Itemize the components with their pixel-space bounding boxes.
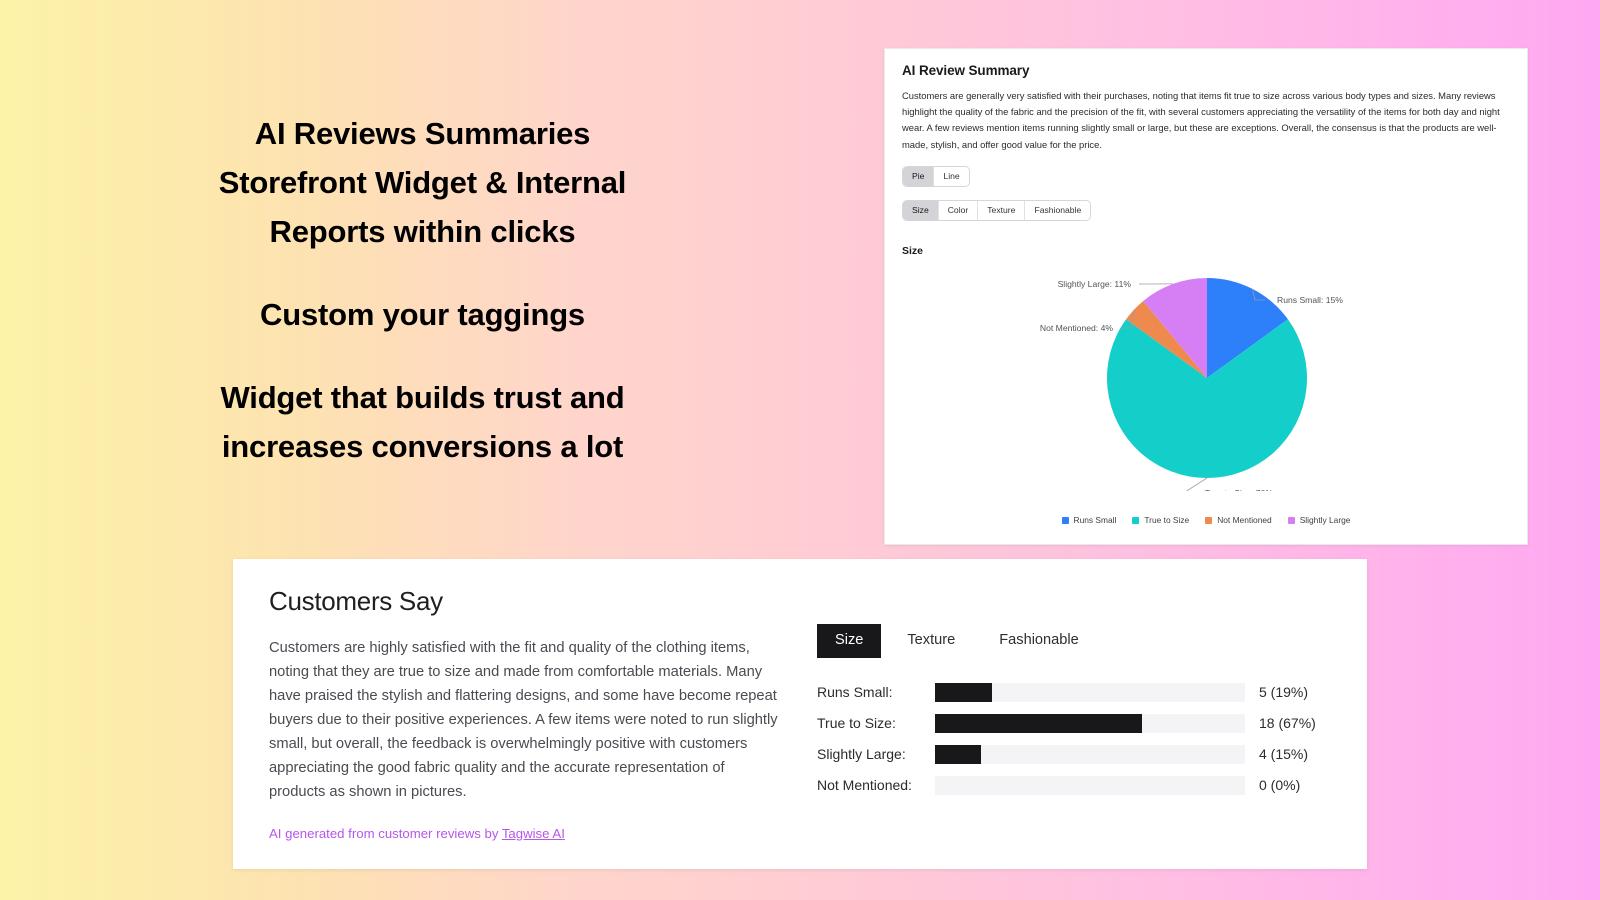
customers-say-card: Customers Say Customers are highly satis…: [233, 559, 1367, 869]
pie-chart-svg: Runs Small: 15% True to Size: 70% Not Ment…: [1040, 278, 1343, 492]
legend-swatch-icon: [1287, 516, 1295, 524]
widget-tab-fashionable[interactable]: Fashionable: [981, 624, 1097, 658]
ai-credit-prefix: AI generated from customer reviews by: [269, 825, 502, 841]
chart-type-segmented-control[interactable]: Pie Line: [902, 165, 970, 187]
widget-tab-size[interactable]: Size: [817, 624, 882, 658]
legend-label: Not Mentioned: [1217, 515, 1272, 526]
bar-label: Slightly Large:: [817, 746, 906, 762]
bar-value: 18 (67%): [1259, 715, 1316, 731]
pie-chart-heading: Size: [902, 245, 924, 258]
attribute-segmented-control[interactable]: Size Color Texture Fashionable: [902, 199, 1092, 222]
legend-item-not-mentioned[interactable]: Not Mentioned: [1205, 515, 1272, 526]
customers-say-chart-column: Size Texture Fashionable Runs Small: 5 (…: [817, 586, 1331, 842]
bar-track: [935, 682, 1245, 702]
bar-row: Slightly Large: 4 (15%): [817, 744, 1331, 764]
pie-chart-legend: Runs Small True to Size Not Mentioned Sl…: [902, 515, 1510, 525]
bar-value: 0 (0%): [1259, 777, 1301, 793]
attribute-tab-size[interactable]: Size: [903, 200, 939, 221]
legend-label: True to Size: [1144, 515, 1190, 526]
attribute-tab-bar: Size Texture Fashionable: [817, 624, 1331, 658]
customers-say-body: Customers are highly satisfied with the …: [269, 640, 778, 800]
customers-say-text-column: Customers Say Customers are highly satis…: [269, 586, 781, 842]
pie-slice-label: Slightly Large: 11%: [1058, 279, 1132, 289]
widget-tab-texture[interactable]: Texture: [889, 624, 973, 658]
hero-subheadline-taggings: Custom your taggings: [260, 296, 585, 332]
bar-fill: [935, 713, 1142, 733]
pie-chart-area: Runs Small: 15% True to Size: 70% Not Ment…: [902, 261, 1510, 529]
bar-value: 4 (15%): [1259, 746, 1309, 762]
tagwise-ai-link[interactable]: Tagwise AI: [502, 826, 565, 841]
bar-track: [935, 713, 1245, 733]
bar-label: Not Mentioned:: [817, 777, 912, 793]
pie-slice-label: Not Mentioned: 4%: [1040, 323, 1113, 333]
attribute-tab-fashionable[interactable]: Fashionable: [1025, 200, 1091, 221]
hero-spacer-1: [150, 257, 695, 291]
bar-value: 5 (19%): [1259, 684, 1309, 700]
hero-headline-line-1: AI Reviews Summaries: [254, 116, 591, 151]
hero-headline-line-2: Storefront Widget & Internal: [218, 164, 627, 200]
bar-row: Runs Small: 5 (19%): [817, 682, 1331, 702]
bar-row: Not Mentioned: 0 (0%): [817, 775, 1331, 795]
hero-subheadline-trust-line-1: Widget that builds trust and: [220, 379, 625, 415]
legend-swatch-icon: [1061, 516, 1069, 524]
chart-type-tab-line[interactable]: Line: [934, 166, 969, 186]
hero-copy: AI Reviews Summaries Storefront Widget &…: [150, 110, 695, 472]
legend-item-slightly-large[interactable]: Slightly Large: [1287, 515, 1351, 526]
customers-say-title: Customers Say: [269, 586, 443, 616]
legend-item-true-to-size[interactable]: True to Size: [1132, 515, 1189, 525]
legend-label: Runs Small: [1073, 515, 1117, 526]
attribute-toggle-row: Size Color Texture Fashionable: [902, 199, 1510, 222]
legend-label: Slightly Large: [1299, 515, 1351, 526]
pie-leader-line: [1185, 477, 1208, 492]
hero-spacer-2: [150, 340, 695, 374]
bar-label: True to Size:: [817, 715, 896, 731]
attribute-tab-color[interactable]: Color: [938, 200, 979, 221]
legend-swatch-icon: [1132, 516, 1140, 524]
bar-row: True to Size: 18 (67%): [817, 713, 1331, 733]
ai-credit-line: AI generated from customer reviews by Ta…: [269, 826, 781, 841]
hero-headline-line-3: Reports within clicks: [269, 213, 576, 249]
bar-fill: [935, 744, 981, 764]
chart-type-tab-pie[interactable]: Pie: [903, 166, 935, 186]
bar-track: [935, 775, 1245, 795]
bar-fill: [935, 682, 993, 702]
size-bar-chart: Runs Small: 5 (19%) True to Size: 18 (67…: [817, 682, 1331, 795]
pie-slice-label: True to Size: 70%: [1205, 488, 1273, 491]
pie-slice-label: Runs Small: 15%: [1277, 295, 1343, 305]
legend-item-runs-small[interactable]: Runs Small: [1061, 515, 1117, 526]
ai-review-summary-body: Customers are generally very satisfied w…: [902, 90, 1500, 150]
bar-label: Runs Small:: [817, 684, 893, 700]
chart-type-toggle-row: Pie Line: [902, 165, 1510, 187]
hero-subheadline-trust-line-2: increases conversions a lot: [221, 428, 624, 464]
legend-swatch-icon: [1205, 516, 1213, 524]
attribute-tab-texture[interactable]: Texture: [978, 200, 1026, 221]
ai-review-summary-title: AI Review Summary: [902, 63, 1030, 78]
ai-review-summary-card: AI Review Summary Customers are generall…: [884, 48, 1528, 545]
bar-track: [935, 744, 1245, 764]
